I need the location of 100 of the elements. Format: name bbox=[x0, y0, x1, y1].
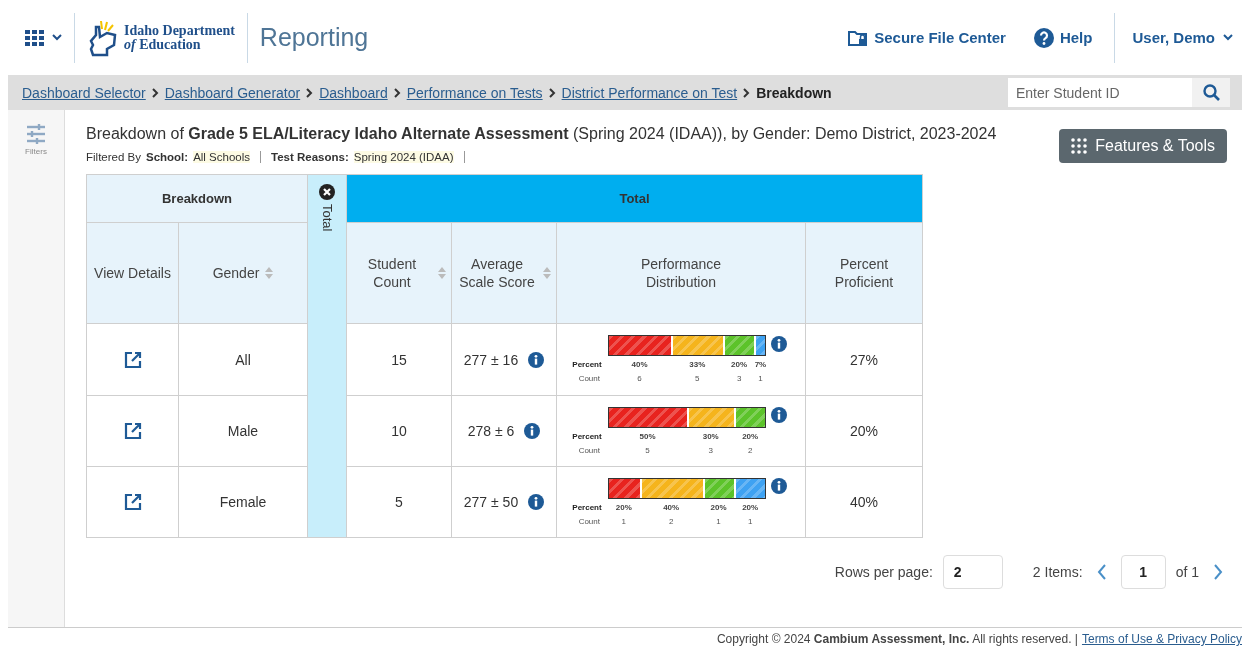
table-cell: 278 ± 6 bbox=[467, 423, 515, 439]
percent-label: 33% bbox=[689, 360, 706, 369]
percent-label: 7% bbox=[754, 360, 767, 369]
column-header[interactable]: Gender bbox=[179, 223, 307, 323]
table-cell: 20% bbox=[806, 396, 922, 466]
count-label: 1 bbox=[716, 516, 721, 526]
count-label: 5 bbox=[695, 374, 700, 383]
percent-label: 40% bbox=[631, 360, 648, 369]
percent-label: 20% bbox=[710, 502, 727, 512]
logo-icon bbox=[87, 18, 119, 57]
chevron-icon bbox=[393, 87, 401, 98]
filter-name: Test Reasons: bbox=[271, 151, 349, 163]
count-label: 1 bbox=[758, 374, 763, 383]
info-icon[interactable] bbox=[771, 478, 787, 494]
filter-value: Spring 2024 (IDAA) bbox=[353, 151, 454, 163]
filters-label: Filters bbox=[25, 147, 47, 156]
column-header: View Details bbox=[87, 223, 178, 323]
row-label: Percent bbox=[571, 360, 603, 369]
count-label: 3 bbox=[708, 445, 713, 455]
rows-per-page-field[interactable]: 2 bbox=[942, 555, 1003, 589]
table-cell: 10 bbox=[347, 396, 451, 466]
info-icon[interactable] bbox=[771, 407, 787, 423]
column-header: Percent Proficient bbox=[806, 223, 922, 323]
count-label: 6 bbox=[637, 374, 642, 383]
filter-value: All Schools bbox=[193, 151, 251, 163]
count-label: 3 bbox=[736, 374, 742, 383]
apps-menu-button[interactable] bbox=[25, 29, 62, 46]
grid-icon bbox=[1071, 138, 1088, 154]
percent-label: 30% bbox=[702, 431, 719, 441]
folder-lock-icon bbox=[848, 29, 869, 46]
table-cell: 5 bbox=[347, 467, 451, 537]
help-icon bbox=[1033, 27, 1054, 48]
percent-label: 40% bbox=[663, 502, 680, 512]
info-icon[interactable] bbox=[528, 351, 545, 368]
user-menu-button[interactable]: User, Demo bbox=[1132, 29, 1233, 46]
page-number-field[interactable]: 1 bbox=[1120, 555, 1166, 589]
table-cell: 277 ± 50 bbox=[463, 494, 519, 510]
table-cell: 27% bbox=[806, 324, 922, 395]
percent-label: 20% bbox=[742, 431, 759, 441]
row-label: Count bbox=[577, 445, 601, 455]
count-label: 1 bbox=[621, 516, 626, 526]
next-page-icon[interactable] bbox=[1213, 564, 1223, 580]
report-title: Breakdown of Grade 5 ELA/Literacy Idaho Alternate Assessment (Spring 2024 (IDAA)), by Gender: Demo District, 2023-2024 bbox=[86, 125, 997, 143]
chevron-icon bbox=[743, 87, 751, 98]
count-label: 1 bbox=[747, 516, 753, 526]
count-label: 2 bbox=[668, 516, 674, 526]
logo-text: Idaho Department of Education bbox=[124, 23, 235, 52]
student-id-field[interactable]: Enter Student ID bbox=[1008, 78, 1192, 107]
chevron-icon bbox=[548, 87, 556, 98]
breadcrumb-current: Breakdown bbox=[756, 84, 832, 101]
column-label: Total bbox=[319, 204, 335, 232]
percent-label: 20% bbox=[731, 360, 748, 369]
search-button[interactable] bbox=[1192, 78, 1230, 107]
info-icon[interactable] bbox=[524, 423, 541, 439]
breadcrumb-link[interactable]: District Performance on Test bbox=[561, 84, 738, 101]
group-header: Total bbox=[347, 175, 922, 222]
open-details-icon[interactable] bbox=[123, 350, 142, 369]
terms-privacy-link[interactable]: Terms of Use & Privacy Policy bbox=[1081, 632, 1242, 646]
previous-page-icon[interactable] bbox=[1096, 564, 1107, 580]
open-details-icon[interactable] bbox=[123, 422, 142, 440]
count-label: 5 bbox=[645, 445, 650, 455]
info-icon[interactable] bbox=[771, 335, 787, 352]
page-count-label: of 1 bbox=[1175, 564, 1199, 580]
breadcrumb-link[interactable]: Dashboard bbox=[319, 84, 388, 101]
close-icon[interactable] bbox=[319, 184, 335, 200]
features-tools-button[interactable]: Features & Tools bbox=[1059, 129, 1227, 163]
row-label: Count bbox=[577, 374, 601, 383]
collapse-column-strip[interactable]: Total bbox=[308, 175, 346, 537]
table-cell: Female bbox=[179, 467, 307, 537]
info-icon[interactable] bbox=[528, 494, 545, 510]
chevron-down-icon bbox=[52, 34, 62, 41]
count-label: 2 bbox=[747, 445, 753, 455]
open-details-icon[interactable] bbox=[123, 493, 142, 511]
chevron-down-icon bbox=[1223, 34, 1233, 41]
chevron-icon bbox=[306, 87, 314, 98]
copyright-text: Copyright © 2024 Cambium Assessment, Inc. All rights reserved. | bbox=[716, 632, 1078, 646]
table-cell: 40% bbox=[806, 467, 922, 537]
group-header: Breakdown bbox=[87, 175, 307, 222]
filter-sliders-icon[interactable] bbox=[27, 124, 45, 144]
row-label: Percent bbox=[571, 502, 603, 512]
breadcrumb-link[interactable]: Performance on Tests bbox=[406, 84, 543, 101]
breadcrumb-link[interactable]: Dashboard Generator bbox=[164, 84, 301, 101]
app-title: Reporting bbox=[259, 23, 369, 52]
chevron-icon bbox=[151, 87, 159, 98]
filter-name: School: bbox=[145, 151, 189, 163]
column-header[interactable]: Average Scale Score bbox=[452, 223, 556, 323]
table-cell: 15 bbox=[347, 324, 451, 395]
percent-label: 20% bbox=[615, 502, 632, 512]
table-cell: 277 ± 16 bbox=[463, 351, 519, 368]
table-cell: Male bbox=[179, 396, 307, 466]
filter-caption: Filtered By bbox=[86, 151, 141, 163]
column-header[interactable]: Student Count bbox=[347, 223, 451, 323]
items-label: 2 Items: bbox=[1032, 564, 1083, 580]
percent-label: 50% bbox=[639, 431, 656, 441]
percent-label: 20% bbox=[742, 502, 759, 512]
search-icon bbox=[1202, 84, 1220, 101]
breadcrumb-link[interactable]: Dashboard Selector bbox=[22, 84, 146, 101]
header-link[interactable]: Help bbox=[1033, 27, 1093, 48]
row-label: Percent bbox=[571, 431, 603, 441]
header-link[interactable]: Secure File Center bbox=[848, 29, 1006, 46]
